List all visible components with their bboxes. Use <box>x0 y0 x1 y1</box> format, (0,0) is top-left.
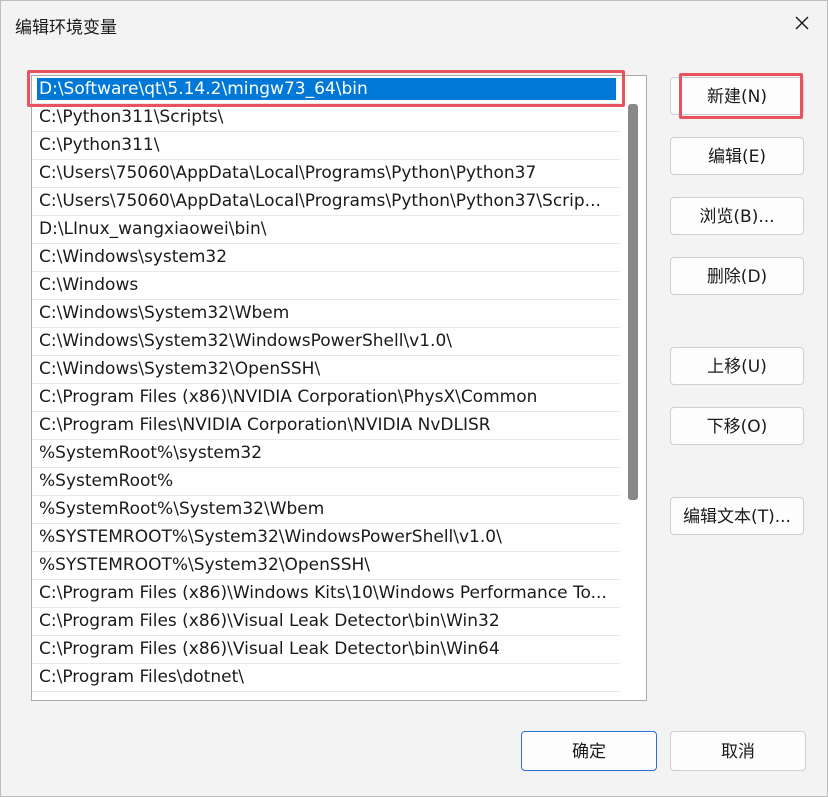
path-list-item[interactable]: C:\Windows\System32\OpenSSH\ <box>32 356 620 384</box>
path-list-item[interactable]: C:\Users\75060\AppData\Local\Programs\Py… <box>32 160 620 188</box>
path-list-item-label: D:\Software\qt\5.14.2\mingw73_64\bin <box>37 78 616 100</box>
path-list-item[interactable]: C:\Python311\Scripts\ <box>32 104 620 132</box>
path-list-item[interactable]: C:\Program Files (x86)\NVIDIA Corporatio… <box>32 384 620 412</box>
browse-button[interactable]: 浏览(B)... <box>670 197 804 235</box>
path-list-rows: D:\Software\qt\5.14.2\mingw73_64\bin C:\P… <box>32 76 622 692</box>
path-list-item[interactable]: C:\Program Files (x86)\Visual Leak Detec… <box>32 608 620 636</box>
path-list-item[interactable]: C:\Windows <box>32 272 620 300</box>
path-list-item[interactable]: C:\Program Files (x86)\Visual Leak Detec… <box>32 636 620 664</box>
path-list-item[interactable]: C:\Program Files (x86)\Windows Kits\10\W… <box>32 580 620 608</box>
path-list-item[interactable]: %SYSTEMROOT%\System32\WindowsPowerShell\… <box>32 524 620 552</box>
close-button[interactable] <box>783 5 821 41</box>
path-list-item[interactable]: %SystemRoot%\System32\Wbem <box>32 496 620 524</box>
path-list-item[interactable]: C:\Windows\system32 <box>32 244 620 272</box>
path-list-item[interactable]: C:\Windows\System32\Wbem <box>32 300 620 328</box>
title-bar: 编辑环境变量 <box>1 1 827 47</box>
move-down-button[interactable]: 下移(O) <box>670 407 804 445</box>
path-list-item[interactable]: C:\Windows\System32\WindowsPowerShell\v1… <box>32 328 620 356</box>
path-list-item[interactable]: C:\Program Files\dotnet\ <box>32 664 620 692</box>
close-icon <box>795 16 809 30</box>
dialog-title: 编辑环境变量 <box>15 18 117 38</box>
path-list[interactable]: D:\Software\qt\5.14.2\mingw73_64\bin C:\P… <box>31 75 647 701</box>
path-list-item[interactable]: %SYSTEMROOT%\System32\OpenSSH\ <box>32 552 620 580</box>
path-list-item[interactable]: D:\LInux_wangxiaowei\bin\ <box>32 216 620 244</box>
path-list-item[interactable]: %SystemRoot% <box>32 468 620 496</box>
new-button[interactable]: 新建(N) <box>670 77 804 115</box>
path-list-item[interactable]: C:\Users\75060\AppData\Local\Programs\Py… <box>32 188 620 216</box>
move-up-button[interactable]: 上移(U) <box>670 347 804 385</box>
edit-button[interactable]: 编辑(E) <box>670 137 804 175</box>
edit-text-button[interactable]: 编辑文本(T)... <box>670 497 804 535</box>
ok-button[interactable]: 确定 <box>521 731 657 771</box>
path-list-item[interactable]: %SystemRoot%\system32 <box>32 440 620 468</box>
cancel-button[interactable]: 取消 <box>670 731 806 771</box>
edit-env-variable-dialog: 编辑环境变量 D:\Software\qt\5.14.2\mingw73_64\… <box>0 0 828 797</box>
path-list-item[interactable]: C:\Python311\ <box>32 132 620 160</box>
scrollbar-thumb[interactable] <box>628 104 638 500</box>
path-list-item[interactable]: C:\Program Files\NVIDIA Corporation\NVID… <box>32 412 620 440</box>
path-list-item[interactable]: D:\Software\qt\5.14.2\mingw73_64\bin <box>32 76 620 104</box>
delete-button[interactable]: 删除(D) <box>670 257 804 295</box>
